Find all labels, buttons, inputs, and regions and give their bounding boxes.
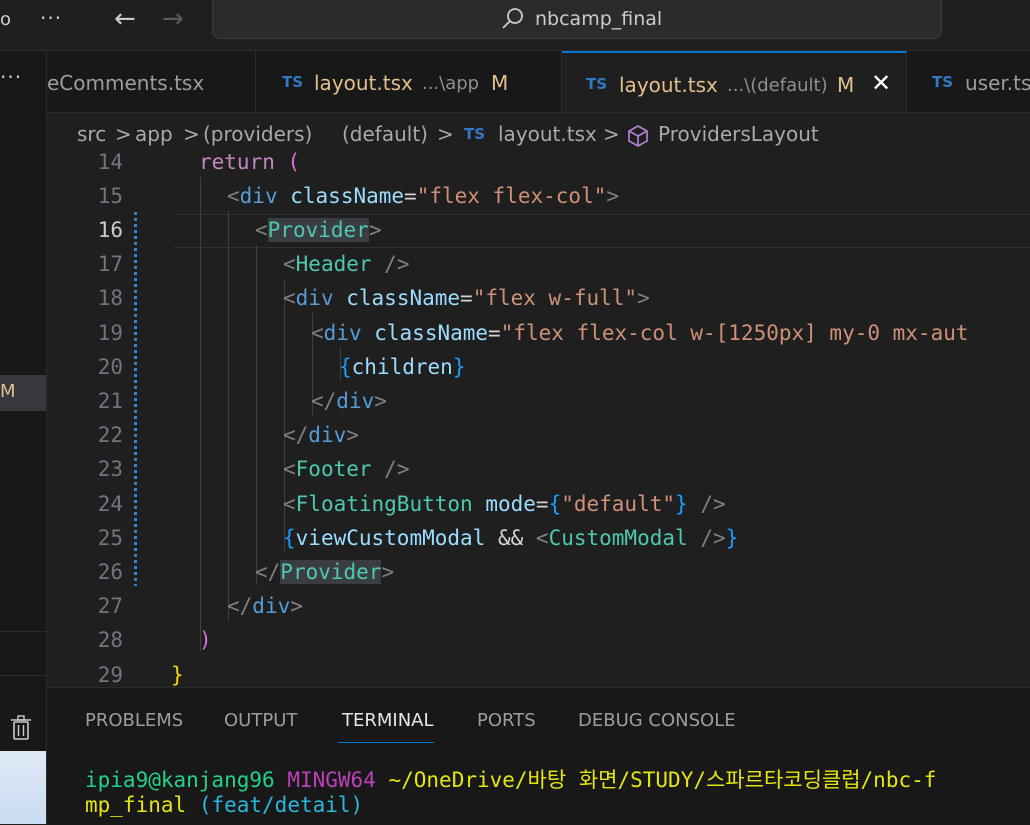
- menu-edge-glyph[interactable]: o: [0, 9, 11, 30]
- code-line: <FloatingButton mode={"default"} />: [283, 492, 726, 516]
- tab-modified-indicator: M: [491, 71, 509, 95]
- breadcrumb-separator: >: [603, 122, 620, 146]
- line-number: 21: [97, 389, 123, 413]
- code-line: <div className="flex flex-col w-[1250px]…: [311, 321, 969, 345]
- line-number: 27: [97, 594, 123, 618]
- code-line: </div>: [311, 389, 387, 413]
- line-number: 19: [97, 321, 123, 345]
- code-line: </div>: [283, 423, 359, 447]
- indent-guide: [256, 245, 257, 585]
- line-number: 22: [97, 423, 123, 447]
- code-line: {viewCustomModal && <CustomModal />}: [283, 526, 739, 550]
- breadcrumb-item-file[interactable]: layout.tsx: [498, 122, 597, 146]
- line-number: 15: [97, 184, 123, 208]
- line-number: 18: [97, 286, 123, 310]
- code-line: </Provider>: [255, 560, 395, 584]
- line-number: 23: [97, 457, 123, 481]
- line-number: 20: [97, 355, 123, 379]
- breadcrumb-item-src[interactable]: src: [77, 122, 106, 146]
- code-line-current: <Provider>: [255, 218, 382, 242]
- indent-guide: [228, 211, 229, 621]
- more-actions-icon[interactable]: ···: [40, 6, 62, 30]
- title-bar: o ··· ← → nbcamp_final: [0, 0, 1030, 51]
- line-number: 14: [97, 150, 123, 174]
- breadcrumb-separator: >: [183, 122, 200, 146]
- breadcrumb-item-symbol[interactable]: ProvidersLayout: [658, 122, 819, 146]
- breadcrumb-separator: >: [115, 122, 132, 146]
- typescript-icon: TS: [282, 73, 304, 91]
- code-line: }: [171, 663, 184, 687]
- tab-ecomments[interactable]: eComments.tsx: [47, 51, 256, 112]
- terminal-line[interactable]: ipia9@kanjang96 MINGW64 ~/OneDrive/바탕 화면…: [85, 764, 936, 794]
- tab-user[interactable]: TS user.ts: [907, 51, 1030, 112]
- sidebar-more-icon[interactable]: ···: [0, 65, 22, 89]
- command-center-search[interactable]: nbcamp_final: [212, 0, 942, 39]
- divider: [0, 631, 46, 632]
- desktop-thumbnail: [0, 751, 46, 824]
- close-icon[interactable]: ✕: [871, 69, 891, 97]
- forward-arrow-icon[interactable]: →: [162, 4, 184, 34]
- line-number: 28: [97, 628, 123, 652]
- bottom-panel: PROBLEMS OUTPUT TERMINAL PORTS DEBUG CON…: [47, 687, 1030, 825]
- code-line: <Footer />: [283, 457, 410, 481]
- code-editor[interactable]: 14 15 16 17 18 19 20 21 22 23 24 25 26 2…: [47, 147, 1030, 687]
- line-number-current: 16: [97, 218, 123, 242]
- search-text: nbcamp_final: [535, 8, 663, 30]
- tab-debug-console[interactable]: DEBUG CONSOLE: [578, 710, 736, 731]
- modified-lines-indicator: [134, 212, 137, 586]
- tab-layout-default[interactable]: TS layout.tsx ...\(default) M ✕: [562, 51, 907, 112]
- tab-output[interactable]: OUTPUT: [224, 710, 297, 731]
- code-line: ): [199, 628, 212, 652]
- breadcrumb-item-default[interactable]: (default): [342, 122, 428, 146]
- tab-layout-app[interactable]: TS layout.tsx ...\app M: [256, 51, 562, 112]
- divider: [0, 675, 46, 676]
- breadcrumb-item-providers[interactable]: (providers): [203, 122, 312, 146]
- tab-label: layout.tsx: [619, 73, 718, 97]
- line-number: 24: [97, 492, 123, 516]
- line-number: 26: [97, 560, 123, 584]
- code-line: {children}: [339, 355, 466, 379]
- trash-icon[interactable]: [10, 715, 32, 741]
- code-line: </div>: [227, 594, 303, 618]
- typescript-icon: TS: [586, 75, 608, 93]
- code-line: <Header />: [283, 252, 410, 276]
- terminal-line[interactable]: mp_final (feat/detail): [85, 793, 363, 817]
- code-line: <div className="flex flex-col">: [227, 184, 620, 208]
- tab-terminal[interactable]: TERMINAL: [342, 710, 434, 731]
- sidebar-selected-item[interactable]: M: [0, 375, 46, 411]
- active-tab-underline: [338, 742, 434, 743]
- breadcrumb-item-app[interactable]: app: [135, 122, 173, 146]
- sidebar-edge: ··· M: [0, 51, 47, 824]
- line-number: 17: [97, 252, 123, 276]
- tab-problems[interactable]: PROBLEMS: [85, 710, 183, 731]
- symbol-cube-icon: [628, 125, 648, 147]
- code-line: return (: [199, 150, 301, 174]
- tab-label: user.ts: [965, 71, 1030, 95]
- modified-badge: M: [0, 381, 16, 402]
- code-line: <div className="flex w-full">: [283, 286, 650, 310]
- tab-ports[interactable]: PORTS: [477, 710, 536, 731]
- indent-guide: [200, 177, 201, 651]
- tab-label: layout.tsx: [314, 71, 413, 95]
- back-arrow-icon[interactable]: ←: [114, 4, 136, 34]
- breadcrumb-separator: >: [437, 122, 454, 146]
- typescript-icon: TS: [464, 125, 486, 143]
- line-number: 29: [97, 663, 123, 687]
- line-number: 25: [97, 526, 123, 550]
- tab-modified-indicator: M: [837, 73, 855, 97]
- tab-path: ...\app: [422, 73, 480, 94]
- tab-label: eComments.tsx: [47, 71, 205, 95]
- typescript-icon: TS: [932, 73, 954, 91]
- editor-tabs: eComments.tsx TS layout.tsx ...\app M TS…: [47, 51, 1030, 113]
- tab-path: ...\(default): [727, 75, 828, 96]
- search-icon: [502, 8, 523, 29]
